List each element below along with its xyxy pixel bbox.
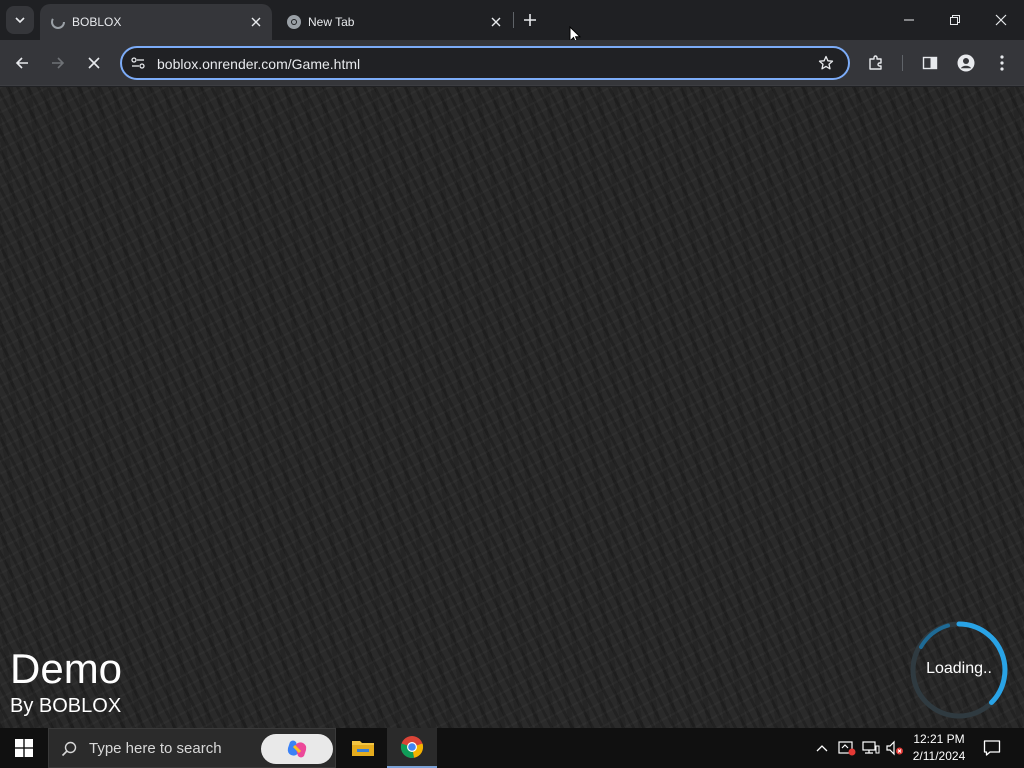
toolbar-divider bbox=[902, 55, 903, 71]
tab-divider bbox=[513, 12, 514, 28]
chrome-menu-button[interactable] bbox=[988, 49, 1016, 77]
chevron-up-icon bbox=[816, 745, 828, 752]
network-icon bbox=[862, 741, 880, 754]
close-icon bbox=[88, 57, 100, 69]
chrome-icon bbox=[287, 15, 301, 29]
loading-indicator: Loading.. bbox=[908, 619, 1010, 721]
windows-icon bbox=[15, 739, 33, 757]
bookmark-star-icon[interactable] bbox=[818, 55, 834, 71]
chrome-taskbar-button[interactable] bbox=[387, 728, 437, 768]
back-button[interactable] bbox=[8, 49, 36, 77]
url-text: boblox.onrender.com/Game.html bbox=[157, 56, 361, 72]
tab-strip: BOBLOX New Tab bbox=[0, 0, 1024, 45]
notification-icon bbox=[983, 740, 1001, 756]
tab-search-button[interactable] bbox=[6, 6, 34, 34]
security-tray-icon[interactable] bbox=[836, 728, 858, 768]
close-tab-icon[interactable] bbox=[488, 14, 504, 30]
search-icon bbox=[61, 741, 77, 757]
taskbar-search-box[interactable]: Type here to search bbox=[48, 728, 336, 768]
volume-muted-icon bbox=[886, 740, 903, 756]
tab-title: BOBLOX bbox=[72, 15, 122, 29]
restore-icon bbox=[950, 15, 960, 25]
new-tab-button[interactable] bbox=[518, 8, 542, 32]
loading-spinner-icon bbox=[51, 15, 65, 29]
browser-toolbar: boblox.onrender.com/Game.html bbox=[0, 40, 1024, 86]
account-icon bbox=[957, 54, 975, 72]
tab-new-tab[interactable]: New Tab bbox=[276, 4, 512, 40]
stop-loading-button[interactable] bbox=[80, 49, 108, 77]
close-icon bbox=[995, 14, 1007, 26]
minimize-button[interactable] bbox=[886, 0, 932, 40]
site-settings-icon[interactable] bbox=[130, 55, 146, 71]
copilot-icon bbox=[287, 740, 307, 758]
clock-date: 2/11/2024 bbox=[912, 749, 966, 763]
shield-alert-icon bbox=[838, 741, 856, 756]
game-canvas[interactable]: Demo By BOBLOX Loading.. bbox=[0, 87, 1024, 728]
volume-tray-icon[interactable] bbox=[884, 728, 906, 768]
game-title: Demo bbox=[10, 645, 123, 692]
taskbar: Type here to search 12:21 PM 2/11/2024 bbox=[0, 728, 1024, 768]
start-button[interactable] bbox=[0, 728, 48, 768]
taskbar-clock[interactable]: 12:21 PM 2/11/2024 bbox=[906, 731, 972, 765]
side-panel-icon bbox=[922, 56, 938, 70]
arrow-left-icon bbox=[15, 57, 28, 69]
game-byline: By BOBLOX bbox=[10, 695, 122, 717]
profile-button[interactable] bbox=[952, 49, 980, 77]
close-window-button[interactable] bbox=[978, 0, 1024, 40]
clock-time: 12:21 PM bbox=[913, 732, 965, 746]
loading-text: Loading.. bbox=[926, 660, 992, 677]
network-tray-icon[interactable] bbox=[860, 728, 882, 768]
folder-icon bbox=[352, 741, 374, 756]
arrow-right-icon bbox=[52, 57, 65, 69]
extensions-button[interactable] bbox=[862, 49, 890, 77]
address-bar[interactable]: boblox.onrender.com/Game.html bbox=[120, 46, 850, 80]
side-panel-button[interactable] bbox=[916, 49, 944, 77]
chevron-down-icon bbox=[15, 17, 25, 24]
chrome-icon bbox=[400, 736, 424, 758]
plus-icon bbox=[524, 14, 536, 26]
screen: BOBLOX New Tab boblox.onrender.com/Game.… bbox=[0, 0, 1024, 768]
puzzle-icon bbox=[869, 55, 882, 70]
show-hidden-icons-button[interactable] bbox=[812, 728, 832, 768]
tab-title: New Tab bbox=[308, 15, 355, 29]
tab-boblox[interactable]: BOBLOX bbox=[40, 4, 272, 40]
copilot-button[interactable] bbox=[261, 734, 333, 764]
minimize-icon bbox=[904, 19, 914, 21]
restore-button[interactable] bbox=[932, 0, 978, 40]
close-tab-icon[interactable] bbox=[248, 14, 264, 30]
forward-button[interactable] bbox=[44, 49, 72, 77]
file-explorer-taskbar-button[interactable] bbox=[338, 728, 388, 768]
notifications-button[interactable] bbox=[980, 728, 1004, 768]
more-vertical-icon bbox=[1000, 55, 1004, 71]
search-placeholder: Type here to search bbox=[89, 740, 222, 757]
